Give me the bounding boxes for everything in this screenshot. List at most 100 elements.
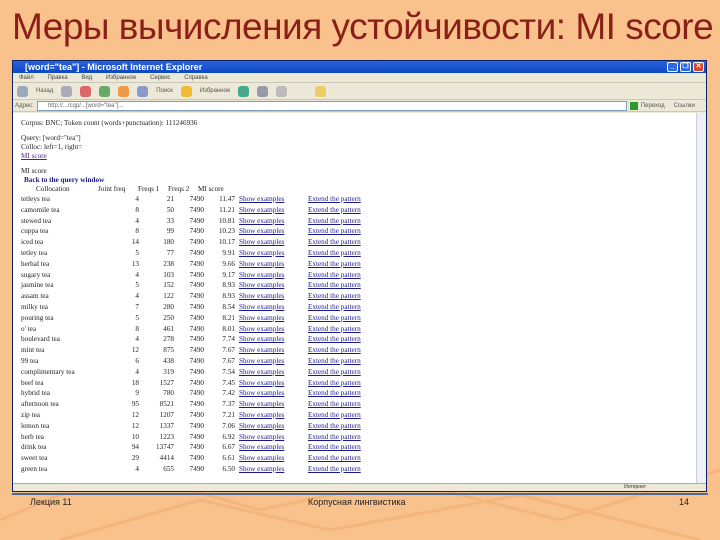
folder-icon[interactable] bbox=[315, 85, 327, 97]
show-examples-link[interactable]: Show examples bbox=[239, 324, 308, 335]
show-examples-link[interactable]: Show examples bbox=[239, 453, 308, 464]
extend-pattern-link[interactable]: Extend the pattern bbox=[308, 259, 361, 270]
freq2-cell: 7490 bbox=[189, 205, 204, 214]
minimize-button[interactable]: _ bbox=[667, 62, 678, 72]
extend-pattern-link[interactable]: Extend the pattern bbox=[308, 356, 361, 367]
show-examples-link[interactable]: Show examples bbox=[239, 313, 308, 324]
freq2-cell: 7490 bbox=[189, 216, 204, 225]
show-examples-link[interactable]: Show examples bbox=[239, 237, 308, 248]
show-examples-link[interactable]: Show examples bbox=[239, 356, 308, 367]
extend-pattern-link[interactable]: Extend the pattern bbox=[308, 399, 361, 410]
mail-icon[interactable] bbox=[257, 85, 269, 97]
extend-pattern-link[interactable]: Extend the pattern bbox=[308, 291, 361, 302]
show-examples-link[interactable]: Show examples bbox=[239, 464, 308, 475]
home-icon[interactable] bbox=[118, 85, 130, 97]
extend-pattern-link[interactable]: Extend the pattern bbox=[308, 378, 361, 389]
show-examples-link[interactable]: Show examples bbox=[239, 291, 308, 302]
joint-freq-cell: 4 bbox=[135, 195, 139, 203]
extend-pattern-link[interactable]: Extend the pattern bbox=[308, 248, 361, 259]
show-examples-link[interactable]: Show examples bbox=[239, 216, 308, 227]
extend-pattern-link[interactable]: Extend the pattern bbox=[308, 432, 361, 443]
menu-edit[interactable]: Правка bbox=[47, 75, 67, 81]
table-row: jasmine tea 5 152 7490 8.93 Show examples Exte… bbox=[21, 280, 697, 291]
show-examples-link[interactable]: Show examples bbox=[239, 302, 308, 313]
joint-freq-cell: 10 bbox=[131, 432, 139, 441]
show-examples-link[interactable]: Show examples bbox=[239, 410, 308, 421]
refresh-icon[interactable] bbox=[99, 85, 111, 97]
menu-view[interactable]: Вид bbox=[81, 75, 92, 81]
favorites-button[interactable]: Избранное bbox=[200, 88, 230, 94]
show-examples-link[interactable]: Show examples bbox=[239, 280, 308, 291]
favorites-icon[interactable] bbox=[180, 85, 192, 97]
history-icon[interactable] bbox=[238, 85, 250, 97]
extend-pattern-link[interactable]: Extend the pattern bbox=[308, 345, 361, 356]
show-examples-link[interactable]: Show examples bbox=[239, 259, 308, 270]
show-examples-link[interactable]: Show examples bbox=[239, 399, 308, 410]
extend-pattern-link[interactable]: Extend the pattern bbox=[308, 270, 361, 281]
search-button[interactable]: Поиск bbox=[156, 88, 173, 94]
print-icon[interactable] bbox=[276, 85, 288, 97]
show-examples-link[interactable]: Show examples bbox=[239, 432, 308, 443]
mi-score-cell: 7.45 bbox=[222, 378, 235, 387]
show-examples-link[interactable]: Show examples bbox=[239, 421, 308, 432]
extend-pattern-link[interactable]: Extend the pattern bbox=[308, 324, 361, 335]
close-button[interactable]: ✕ bbox=[693, 62, 704, 72]
extend-pattern-link[interactable]: Extend the pattern bbox=[308, 302, 361, 313]
show-examples-link[interactable]: Show examples bbox=[239, 248, 308, 259]
extend-pattern-link[interactable]: Extend the pattern bbox=[308, 313, 361, 324]
header-collocation: Collocation bbox=[36, 185, 70, 193]
stop-icon[interactable] bbox=[80, 85, 92, 97]
mi-score-link[interactable]: MI score bbox=[21, 152, 47, 160]
menu-help[interactable]: Справка bbox=[184, 75, 208, 81]
extend-pattern-link[interactable]: Extend the pattern bbox=[308, 194, 361, 205]
show-examples-link[interactable]: Show examples bbox=[239, 345, 308, 356]
back-to-query-link[interactable]: Back to the query window bbox=[21, 176, 697, 185]
mi-score-cell: 8.21 bbox=[222, 313, 235, 322]
show-examples-link[interactable]: Show examples bbox=[239, 334, 308, 345]
joint-freq-cell: 5 bbox=[135, 248, 139, 257]
forward-icon[interactable] bbox=[61, 85, 73, 97]
show-examples-link[interactable]: Show examples bbox=[239, 388, 308, 399]
menu-tools[interactable]: Сервис bbox=[150, 75, 171, 81]
menu-file[interactable]: Файл bbox=[19, 75, 34, 81]
search-icon[interactable] bbox=[137, 85, 149, 97]
go-icon[interactable] bbox=[629, 101, 638, 110]
extend-pattern-link[interactable]: Extend the pattern bbox=[308, 453, 361, 464]
address-input[interactable]: http://.../cqp/...[word="tea"]... bbox=[36, 100, 627, 111]
extend-pattern-link[interactable]: Extend the pattern bbox=[308, 334, 361, 345]
back-icon[interactable] bbox=[17, 85, 28, 97]
mi-score-cell: 8.01 bbox=[222, 324, 235, 333]
collocation-cell: tetley tea bbox=[21, 248, 48, 257]
mi-score-cell: 8.54 bbox=[222, 302, 235, 311]
extend-pattern-link[interactable]: Extend the pattern bbox=[308, 410, 361, 421]
show-examples-link[interactable]: Show examples bbox=[239, 367, 308, 378]
header-mi-score: MI score bbox=[198, 185, 224, 193]
extend-pattern-link[interactable]: Extend the pattern bbox=[308, 388, 361, 399]
extend-pattern-link[interactable]: Extend the pattern bbox=[308, 464, 361, 475]
vertical-scrollbar[interactable] bbox=[696, 113, 706, 485]
extend-pattern-link[interactable]: Extend the pattern bbox=[308, 226, 361, 237]
corpus-info: Corpus: BNC; Token count (words+punctuat… bbox=[21, 119, 198, 127]
show-examples-link[interactable]: Show examples bbox=[239, 194, 308, 205]
show-examples-link[interactable]: Show examples bbox=[239, 270, 308, 281]
joint-freq-cell: 5 bbox=[135, 313, 139, 322]
extend-pattern-link[interactable]: Extend the pattern bbox=[308, 205, 361, 216]
extend-pattern-link[interactable]: Extend the pattern bbox=[308, 421, 361, 432]
links-button[interactable]: Ссылки bbox=[674, 103, 695, 109]
mi-score-cell: 6.50 bbox=[222, 464, 235, 473]
extend-pattern-link[interactable]: Extend the pattern bbox=[308, 216, 361, 227]
show-examples-link[interactable]: Show examples bbox=[239, 205, 308, 216]
back-button[interactable]: Назад bbox=[36, 88, 53, 94]
go-button[interactable]: Переход bbox=[641, 103, 665, 109]
extend-pattern-link[interactable]: Extend the pattern bbox=[308, 442, 361, 453]
mi-score-cell: 6.61 bbox=[222, 454, 235, 463]
extend-pattern-link[interactable]: Extend the pattern bbox=[308, 280, 361, 291]
extend-pattern-link[interactable]: Extend the pattern bbox=[308, 237, 361, 248]
show-examples-link[interactable]: Show examples bbox=[239, 442, 308, 453]
mi-score-cell: 11.47 bbox=[219, 195, 235, 203]
show-examples-link[interactable]: Show examples bbox=[239, 226, 308, 237]
restore-button[interactable]: ❐ bbox=[680, 62, 691, 72]
menu-favorites[interactable]: Избранное bbox=[106, 75, 136, 81]
extend-pattern-link[interactable]: Extend the pattern bbox=[308, 367, 361, 378]
show-examples-link[interactable]: Show examples bbox=[239, 378, 308, 389]
